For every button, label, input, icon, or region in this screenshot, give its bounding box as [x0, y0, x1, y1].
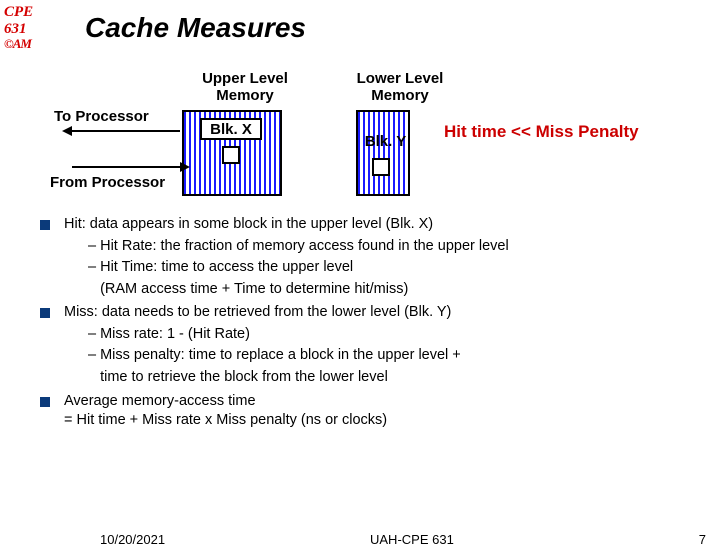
bullet-icon	[40, 220, 50, 230]
upper-level-label: Upper Level Memory	[180, 70, 310, 105]
bullet-text: Miss: data needs to be retrieved from th…	[64, 303, 690, 323]
slide-title: Cache Measures	[85, 12, 306, 44]
bullet-icon	[40, 397, 50, 407]
bullet-1-subs: – Hit Rate: the fraction of memory acces…	[88, 237, 690, 300]
bullet-text: Average memory-access time = Hit time + …	[64, 392, 690, 431]
body-content: Hit: data appears in some block in the u…	[40, 215, 690, 435]
logo-line1: CPE	[4, 4, 42, 21]
block-x-label: Blk. X	[200, 118, 262, 140]
lower-level-label: Lower Level Memory	[335, 70, 465, 105]
bullet-icon	[40, 308, 50, 318]
bullet-2: Miss: data needs to be retrieved from th…	[40, 303, 690, 387]
to-processor-label: To Processor	[52, 108, 151, 125]
memory-diagram: Upper Level Memory Lower Level Memory Bl…	[52, 70, 682, 200]
block-y-label: Blk. Y	[358, 132, 413, 154]
sub-item: – Miss penalty: time to replace a block …	[88, 346, 690, 366]
from-processor-label: From Processor	[48, 174, 167, 191]
bullet-text: Hit: data appears in some block in the u…	[64, 215, 690, 235]
logo-line3: ©AM	[4, 37, 42, 51]
sub-item: (RAM access time + Time to determine hit…	[88, 280, 690, 300]
bullet-3: Average memory-access time = Hit time + …	[40, 392, 690, 431]
sub-item: – Hit Time: time to access the upper lev…	[88, 258, 690, 278]
from-processor-arrow	[72, 166, 180, 168]
to-processor-arrow	[72, 130, 180, 132]
sub-item: – Miss rate: 1 - (Hit Rate)	[88, 325, 690, 345]
block-y-box	[372, 158, 390, 176]
hit-time-note: Hit time << Miss Penalty	[444, 122, 639, 142]
sub-item: – Hit Rate: the fraction of memory acces…	[88, 237, 690, 257]
block-x-box	[222, 146, 240, 164]
logo-line2: 631	[4, 21, 42, 38]
bullet-2-subs: – Miss rate: 1 - (Hit Rate) – Miss penal…	[88, 325, 690, 388]
bullet-1: Hit: data appears in some block in the u…	[40, 215, 690, 299]
arrow-head-icon	[180, 162, 190, 172]
arrow-head-icon	[62, 126, 72, 136]
sub-item: time to retrieve the block from the lowe…	[88, 368, 690, 388]
course-logo: CPE 631 ©AM	[4, 4, 42, 51]
